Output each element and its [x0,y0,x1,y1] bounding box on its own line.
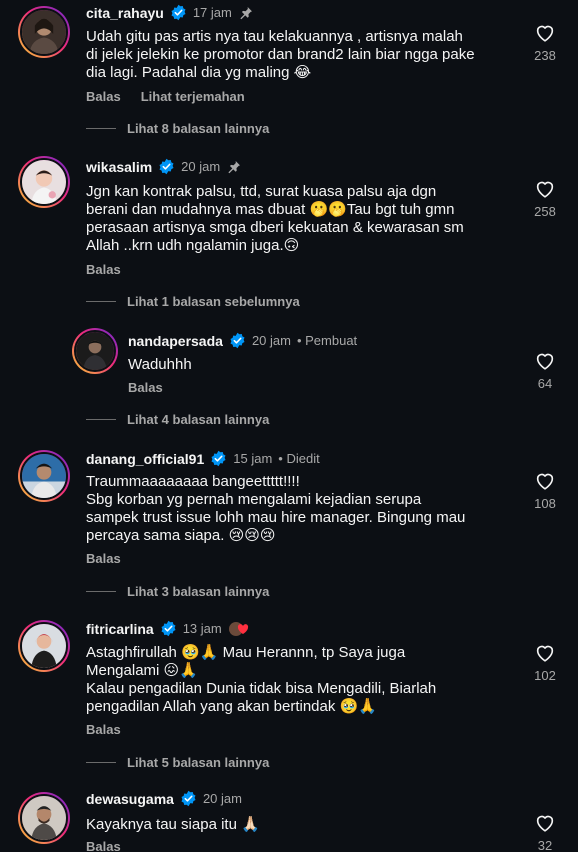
like-count: 102 [534,668,556,683]
heart-icon[interactable] [532,178,558,200]
username[interactable]: cita_rahayu [86,5,164,21]
avatar-photo [20,8,68,56]
timestamp: 20 jam [202,791,242,806]
thread-line [86,128,116,129]
avatar[interactable] [18,450,70,502]
thread-line [86,419,116,420]
heart-icon[interactable] [532,470,558,492]
avatar-photo [20,452,68,500]
thread-line [86,591,116,592]
heart-icon[interactable] [532,22,558,44]
reply-button[interactable]: Balas [86,262,121,277]
avatar[interactable] [18,156,70,208]
verified-badge-icon [160,620,177,637]
timestamp: 20 jam [181,159,221,174]
comment-text: Astaghfirullah 🥹🙏 Mau Herannn, tp Saya j… [86,644,437,715]
like-count: 258 [534,204,556,219]
view-replies-button[interactable]: Lihat 8 balasan lainnya [86,121,269,136]
view-replies-button[interactable]: Lihat 3 balasan lainnya [86,584,269,599]
view-replies-label: Lihat 3 balasan lainnya [127,584,270,599]
avatar-photo [20,622,68,670]
creator-liked-icon [228,621,250,637]
pin-icon [226,159,242,175]
verified-badge-icon [229,332,246,349]
view-replies-button[interactable]: Lihat 5 balasan lainnya [86,755,269,770]
like-count: 238 [534,48,556,63]
pin-icon [238,5,254,21]
reply-button[interactable]: Balas [86,722,121,737]
like-count: 32 [537,838,553,852]
view-replies-label: Lihat 8 balasan lainnya [127,121,270,136]
like-count: 64 [537,376,553,391]
comment-text: Waduhhh [128,356,192,373]
verified-badge-icon [210,450,227,467]
view-replies-label: Lihat 4 balasan lainnya [127,412,270,427]
avatar[interactable] [72,328,118,374]
avatar[interactable] [18,6,70,58]
username[interactable]: wikasalim [86,159,152,175]
username[interactable]: fitricarlina [86,621,154,637]
like-count: 108 [534,496,556,511]
thread-line [86,301,116,302]
username[interactable]: nandapersada [128,333,223,349]
heart-icon[interactable] [532,642,558,664]
avatar[interactable] [18,620,70,672]
heart-icon[interactable] [532,812,558,834]
thread-line [86,762,116,763]
view-replies-button[interactable]: Lihat 1 balasan sebelumnya [86,294,300,309]
avatar-photo [20,794,68,842]
view-replies-label: Lihat 1 balasan sebelumnya [127,294,300,309]
timestamp: 17 jam [192,5,232,20]
reply-button[interactable]: Balas [128,380,163,395]
translate-button[interactable]: Lihat terjemahan [141,89,245,104]
comment-text: Jgn kan kontrak palsu, ttd, surat kuasa … [86,183,464,254]
avatar[interactable] [18,792,70,844]
username[interactable]: danang_official91 [86,451,204,467]
view-replies-label: Lihat 5 balasan lainnya [127,755,270,770]
timestamp: 20 jam [251,333,291,348]
edited-badge: • Diedit [278,451,320,466]
avatar-photo [20,158,68,206]
avatar-photo [74,330,116,372]
timestamp: 15 jam [233,451,273,466]
reply-button[interactable]: Balas [86,551,121,566]
comment-text: Udah gitu pas artis nya tau kelakuannya … [86,28,475,81]
view-replies-button[interactable]: Lihat 4 balasan lainnya [86,412,269,427]
username[interactable]: dewasugama [86,791,174,807]
verified-badge-icon [180,790,197,807]
timestamp: 13 jam [182,621,222,636]
reply-button[interactable]: Balas [86,839,121,852]
reply-button[interactable]: Balas [86,89,121,104]
verified-badge-icon [170,4,187,21]
comment-text: Kayaknya tau siapa itu 🙏🏻 [86,816,260,833]
verified-badge-icon [158,158,175,175]
comment-text: Traummaaaaaaaa bangeettttt!!!! Sbg korba… [86,473,466,544]
author-badge: • Pembuat [296,333,358,348]
heart-icon[interactable] [532,350,558,372]
